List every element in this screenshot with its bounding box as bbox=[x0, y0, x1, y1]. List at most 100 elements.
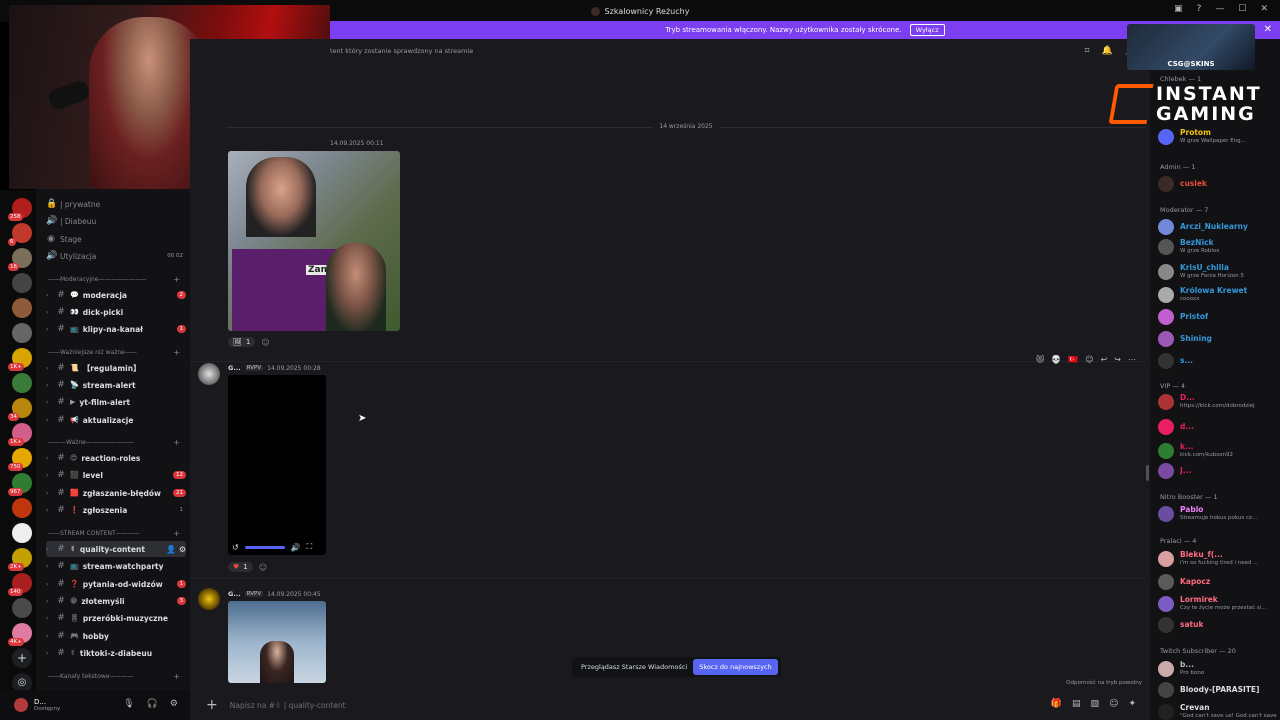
volume-slider[interactable] bbox=[244, 545, 285, 549]
volume-icon[interactable]: 🔊 bbox=[291, 543, 301, 552]
avatar[interactable] bbox=[198, 588, 220, 610]
channel-regulamin[interactable]: › # 📜 【regulamin】 bbox=[46, 360, 186, 376]
channel-dick-picki[interactable]: › # 👀 dick-picki bbox=[46, 304, 186, 320]
member-item[interactable]: KrisU_chilla W grze Forza Horizon 5 bbox=[1158, 262, 1278, 282]
category-wazniejsze[interactable]: ——Ważniejsze niż ważne—— + bbox=[48, 348, 188, 357]
gift-icon[interactable]: 🎁 bbox=[1051, 699, 1062, 709]
channel-stream-alert[interactable]: › # 📡 stream-alert bbox=[46, 377, 186, 393]
server-icon[interactable] bbox=[12, 373, 32, 393]
member-item[interactable]: Bleku_f(... i'm so fucking tired i need .… bbox=[1158, 549, 1278, 569]
author-name[interactable]: G... bbox=[228, 590, 241, 598]
channel-zgłaszanie-błędów[interactable]: › # 🟥 zgłaszanie-błędów 21 bbox=[46, 485, 186, 501]
server-icon[interactable] bbox=[12, 323, 32, 343]
inbox-icon[interactable]: ▣ bbox=[1174, 4, 1183, 14]
channel-utylizacja[interactable]: 🔊 Utylizacja 00 02 bbox=[46, 248, 186, 264]
fullscreen-icon[interactable]: ⛶ bbox=[307, 542, 313, 552]
member-item[interactable]: satuk bbox=[1158, 615, 1278, 635]
apps-icon[interactable]: ✦ bbox=[1128, 699, 1136, 709]
channel-diabeuu[interactable]: 🔊 | Diabeuu bbox=[46, 213, 186, 229]
server-icon[interactable]: 140 bbox=[8, 573, 32, 596]
channel-prywatne[interactable]: 🔒 | prywatne bbox=[46, 196, 186, 212]
channel-aktualizacje[interactable]: › # 📢 aktualizacje bbox=[46, 412, 186, 428]
more-icon[interactable]: ⋯ bbox=[1128, 355, 1136, 364]
category-kanaly-tekstowe[interactable]: ——Kanały tekstowe———— + bbox=[48, 672, 188, 681]
channel-quality-content[interactable]: › # ✌ quality-content 👤 ⚙ bbox=[46, 541, 186, 557]
threads-icon[interactable]: ⌗ bbox=[1084, 46, 1089, 56]
member-item[interactable]: cuslek bbox=[1158, 174, 1278, 194]
channel-tiktoki-z-diabeuu[interactable]: › # ✌ tiktoki-z-diabeuu bbox=[46, 645, 186, 661]
banner-close-icon[interactable]: ✕ bbox=[1264, 24, 1272, 35]
member-item[interactable]: Pablo Streamuje hokus pokus cz... bbox=[1158, 504, 1278, 524]
reply-icon[interactable]: ↩ bbox=[1101, 355, 1108, 364]
server-icon[interactable]: 4K+ bbox=[8, 623, 32, 646]
channel-moderacja[interactable]: › # 💬 moderacja 2 bbox=[46, 287, 186, 303]
member-item[interactable]: BezNick W grze Roblox bbox=[1158, 237, 1278, 257]
add-channel-icon[interactable]: + bbox=[173, 348, 180, 357]
minimize-button[interactable]: — bbox=[1215, 4, 1224, 14]
close-window-button[interactable]: ✕ bbox=[1260, 4, 1268, 14]
add-channel-icon[interactable]: + bbox=[173, 529, 180, 538]
channel-zgłoszenia[interactable]: › # ❗ zgłoszenia 1 bbox=[46, 502, 186, 518]
replay-icon[interactable]: ↺ bbox=[232, 543, 239, 552]
jump-to-latest-button[interactable]: Skocz do najnowszych bbox=[693, 659, 778, 675]
channel-hobby[interactable]: › # 🎮 hobby bbox=[46, 628, 186, 644]
bell-icon[interactable]: 🔔 bbox=[1102, 46, 1113, 56]
invite-settings-icon[interactable]: 👤 ⚙ bbox=[166, 545, 186, 554]
author-name[interactable]: G... bbox=[228, 364, 241, 372]
message-input[interactable]: Napisz na #✌ | quality-content bbox=[230, 701, 346, 710]
member-item[interactable]: Shining bbox=[1158, 329, 1278, 349]
server-icon[interactable]: 1K+ bbox=[8, 348, 32, 371]
add-reaction-icon[interactable]: ☺ bbox=[259, 563, 267, 572]
disable-streamer-mode-button[interactable]: Wyłącz bbox=[909, 24, 945, 36]
add-reaction-icon[interactable]: ☺ bbox=[261, 338, 269, 347]
member-item[interactable]: d... bbox=[1158, 417, 1278, 437]
add-reaction-icon[interactable]: ☺ bbox=[1085, 355, 1093, 364]
channel-przeróbki-muzyczne[interactable]: › # 🎚 przeróbki-muzyczne bbox=[46, 610, 186, 626]
message-image-attachment[interactable] bbox=[228, 601, 326, 683]
server-icon[interactable]: 16 bbox=[8, 248, 32, 271]
member-item[interactable]: b... Pro bono bbox=[1158, 659, 1278, 679]
member-item[interactable]: Lormirek Czy te życie może przestać si... bbox=[1158, 594, 1278, 614]
add-channel-icon[interactable]: + bbox=[173, 275, 180, 284]
member-item[interactable]: s... bbox=[1158, 351, 1278, 371]
message-image-attachment[interactable]: Zandb bbox=[228, 151, 400, 331]
server-icon[interactable]: 258 bbox=[8, 198, 32, 221]
category-wazne[interactable]: ———Ważne———————— + bbox=[48, 438, 188, 447]
member-item[interactable]: Arczi_Nuklearny bbox=[1158, 217, 1278, 237]
video-attachment[interactable]: ↺ 🔊 ⛶ bbox=[228, 375, 326, 555]
help-icon[interactable]: ? bbox=[1197, 4, 1202, 14]
maximize-button[interactable]: ☐ bbox=[1238, 4, 1246, 14]
server-icon[interactable]: 2K+ bbox=[8, 548, 32, 571]
member-item[interactable]: Królowa Krewet coooxx bbox=[1158, 285, 1278, 305]
channel-yt-film-alert[interactable]: › # ▶ yt-film-alert bbox=[46, 394, 186, 410]
member-item[interactable]: Pristof bbox=[1158, 307, 1278, 327]
channel-pytania-od-widzów[interactable]: › # ❓ pytania-od-widzów 1 bbox=[46, 576, 186, 592]
member-item[interactable]: J... bbox=[1158, 461, 1278, 481]
member-item[interactable]: k... kick.com/kubson92 bbox=[1158, 441, 1278, 461]
server-icon[interactable] bbox=[12, 298, 32, 318]
server-icon[interactable]: 750 bbox=[8, 448, 32, 471]
avatar[interactable] bbox=[198, 363, 220, 385]
server-icon[interactable]: 1K+ bbox=[8, 423, 32, 446]
channel-level[interactable]: › # ⬛ level 12 bbox=[46, 467, 186, 483]
member-item[interactable]: Crevan "God can't save us! God can't save… bbox=[1158, 702, 1278, 720]
add-channel-icon[interactable]: + bbox=[173, 438, 180, 447]
channel-złotemyśli[interactable]: › # 😁 złotemyśli 3 bbox=[46, 593, 186, 609]
mic-icon[interactable]: 🎙 bbox=[123, 699, 134, 709]
gif-icon[interactable]: ▤ bbox=[1072, 699, 1081, 709]
scrollbar[interactable] bbox=[1146, 465, 1149, 481]
emoji-icon[interactable]: ☺ bbox=[1109, 699, 1118, 709]
server-icon[interactable] bbox=[12, 498, 32, 518]
avatar[interactable] bbox=[14, 698, 28, 712]
server-icon[interactable]: 34 bbox=[8, 398, 32, 421]
add-channel-icon[interactable]: + bbox=[173, 672, 180, 681]
headphones-icon[interactable]: 🎧 bbox=[147, 699, 158, 709]
member-item[interactable]: D... https://kick.com/dobrodziej bbox=[1158, 392, 1278, 412]
server-icon[interactable] bbox=[12, 523, 32, 543]
flag-emoji-icon[interactable]: 🇹🇷 bbox=[1068, 355, 1078, 364]
channel-stage[interactable]: ◉ Stage bbox=[46, 231, 186, 247]
member-item[interactable]: Protom W grze Wallpaper Eng... bbox=[1158, 127, 1278, 147]
server-icon[interactable]: 967 bbox=[8, 473, 32, 496]
server-icon[interactable] bbox=[12, 273, 32, 293]
server-icon[interactable]: 6 bbox=[8, 223, 32, 246]
